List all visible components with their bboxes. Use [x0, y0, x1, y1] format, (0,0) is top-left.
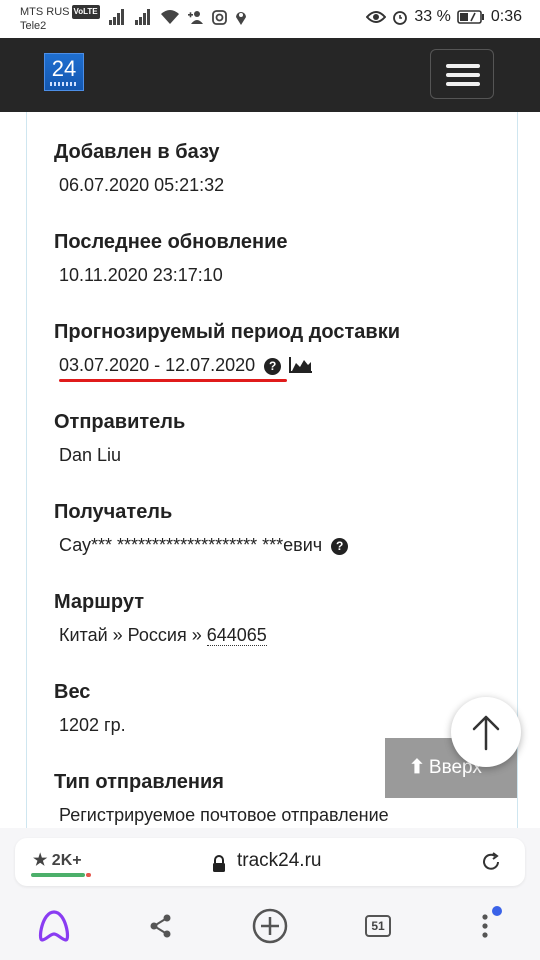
arrow-up-icon: ⬆: [409, 757, 425, 778]
browser-nav: 51: [0, 900, 540, 954]
status-bar: MTS RUS VoLTE Tele2 33 % 0:36: [0, 0, 540, 38]
site-rating[interactable]: ★ 2K+: [33, 850, 82, 870]
field-added: Добавлен в базу 06.07.2020 05:21:32: [54, 140, 224, 196]
field-value-row: Китай » Россия » 644065: [59, 624, 267, 646]
reload-icon[interactable]: [480, 851, 502, 873]
help-icon[interactable]: ?: [331, 538, 349, 555]
area-chart-icon[interactable]: [289, 356, 313, 373]
share-icon: [150, 914, 171, 938]
person-add-icon: [188, 11, 203, 24]
status-icons-right: 33 % 0:36: [366, 8, 522, 26]
rating-indicator: [31, 873, 91, 877]
volte-badge: VoLTE: [71, 5, 100, 19]
highlight-underline: [59, 379, 287, 382]
tracking-details: Добавлен в базу 06.07.2020 05:21:32 Посл…: [26, 112, 518, 828]
field-sender: Отправитель Dan Liu: [54, 410, 185, 466]
field-label: Вес: [54, 681, 91, 703]
arrow-up-icon: [472, 715, 500, 751]
menu-line-icon: [446, 73, 480, 77]
battery-percent: 33 %: [414, 8, 451, 25]
field-value: 10.11.2020 23:17:10: [59, 265, 223, 285]
address-bar[interactable]: ★ 2K+ track24.ru: [15, 838, 525, 886]
field-last-update: Последнее обновление 10.11.2020 23:17:10: [54, 230, 288, 286]
lock-icon: [213, 855, 225, 872]
share-button[interactable]: [141, 906, 181, 946]
hamburger-menu-button[interactable]: [430, 49, 494, 99]
field-shipment-type: Тип отправления Регистрируемое почтовое …: [54, 770, 389, 826]
field-label: Тип отправления: [54, 771, 224, 793]
wifi-icon: [161, 10, 179, 24]
more-vertical-icon: [482, 914, 488, 938]
status-icons-left: [108, 9, 247, 25]
signal-icon: [109, 9, 124, 25]
tabs-button[interactable]: 51: [358, 906, 398, 946]
field-route: Маршрут Китай » Россия » 644065: [54, 590, 267, 646]
browser-menu-button[interactable]: [465, 906, 505, 946]
instagram-icon: [212, 9, 227, 25]
help-icon[interactable]: ?: [264, 358, 282, 375]
carrier-primary: MTS RUS: [20, 6, 70, 18]
plus-circle-icon: [252, 908, 288, 944]
clock: 0:36: [490, 8, 522, 25]
browser-scroll-top-fab[interactable]: [451, 697, 521, 767]
field-value: Dan Liu: [59, 445, 122, 465]
field-label: Маршрут: [54, 591, 145, 613]
location-icon: [236, 12, 246, 25]
field-recipient: Получатель Сау*** ******************** *…: [54, 500, 349, 556]
field-delivery-period: Прогнозируемый период доставки 03.07.202…: [54, 320, 400, 376]
alarm-icon: [393, 11, 408, 25]
new-tab-button[interactable]: [250, 906, 290, 946]
notification-dot: [492, 906, 502, 916]
url-text[interactable]: track24.ru: [237, 850, 321, 872]
delivery-period-value: 03.07.2020 - 12.07.2020: [59, 355, 256, 375]
browser-bar: ★ 2K+ track24.ru 51: [0, 828, 540, 960]
postcode-link[interactable]: 644065: [206, 625, 267, 646]
logo-text: 24: [51, 56, 77, 81]
field-value-row: 03.07.2020 - 12.07.2020 ?: [59, 354, 400, 376]
field-value: 06.07.2020 05:21:32: [59, 175, 225, 195]
alice-icon: [38, 910, 70, 942]
tab-count: 51: [365, 915, 391, 937]
route-value: Китай » Россия »: [59, 625, 207, 645]
menu-line-icon: [446, 82, 480, 86]
field-label: Последнее обновление: [54, 231, 288, 253]
signal-icon-2: [135, 9, 150, 25]
field-label: Получатель: [54, 501, 173, 523]
carrier-info: MTS RUS VoLTE Tele2: [20, 5, 100, 33]
field-value: 1202 гр.: [59, 715, 126, 735]
eye-icon: [366, 11, 387, 23]
field-value-row: Сау*** ******************** ***евич ?: [59, 534, 349, 556]
site-logo[interactable]: 24: [44, 53, 84, 91]
field-label: Добавлен в базу: [54, 141, 220, 163]
carrier-secondary: Tele2: [20, 20, 47, 32]
field-value: Регистрируемое почтовое отправление: [59, 805, 389, 825]
battery-icon: [457, 10, 484, 24]
logo-barcode: [50, 82, 78, 86]
field-weight: Вес 1202 гр.: [54, 680, 126, 736]
menu-line-icon: [446, 64, 480, 68]
site-header: 24: [0, 38, 540, 112]
field-label: Прогнозируемый период доставки: [54, 321, 401, 343]
recipient-value: Сау*** ******************** ***евич: [59, 535, 323, 555]
field-label: Отправитель: [54, 411, 186, 433]
alice-assistant-button[interactable]: [34, 906, 74, 946]
